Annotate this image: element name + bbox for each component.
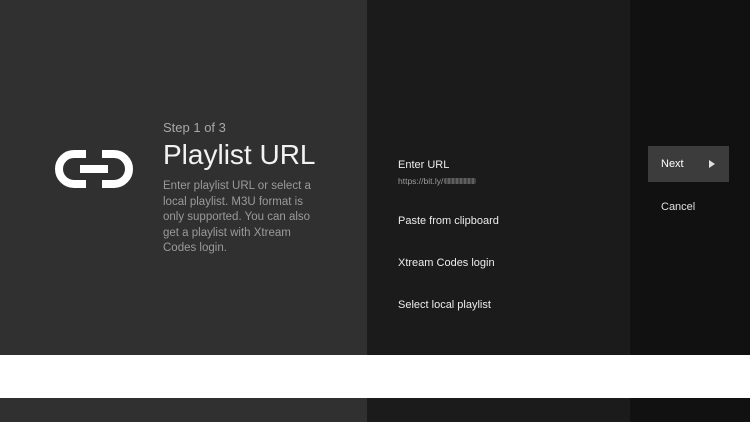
lower-screen-strip xyxy=(0,398,750,422)
next-label: Next xyxy=(661,158,684,170)
option-label: Select local playlist xyxy=(398,299,491,311)
cancel-button[interactable]: Cancel xyxy=(648,193,729,221)
url-value: https://bit.ly/ xyxy=(398,176,444,186)
option-select-local-playlist[interactable]: Select local playlist xyxy=(398,299,618,311)
options-panel-strip xyxy=(367,398,630,422)
redacted-url-mask xyxy=(444,178,477,184)
play-arrow-icon xyxy=(709,160,715,168)
page-description: Enter playlist URL or select a local pla… xyxy=(163,180,311,254)
url-value-row: https://bit.ly/ xyxy=(398,176,618,186)
link-icon xyxy=(55,150,133,188)
option-paste-clipboard[interactable]: Paste from clipboard xyxy=(398,215,618,227)
setup-screen: Step 1 of 3 Playlist URL Enter playlist … xyxy=(0,0,750,355)
cancel-label: Cancel xyxy=(661,201,696,213)
option-label: Xtream Codes login xyxy=(398,257,495,269)
guidance-panel: Step 1 of 3 Playlist URL Enter playlist … xyxy=(0,0,367,355)
guidance-panel-strip xyxy=(0,398,367,422)
option-xtream-codes-login[interactable]: Xtream Codes login xyxy=(398,257,618,269)
actions-panel-strip xyxy=(630,398,750,422)
option-enter-url[interactable]: Enter URL https://bit.ly/ xyxy=(398,159,618,186)
option-label: Paste from clipboard xyxy=(398,215,499,227)
next-button[interactable]: Next xyxy=(648,146,729,182)
option-label: Enter URL xyxy=(398,159,450,171)
page-title: Playlist URL xyxy=(163,139,316,170)
step-indicator: Step 1 of 3 xyxy=(163,120,226,135)
